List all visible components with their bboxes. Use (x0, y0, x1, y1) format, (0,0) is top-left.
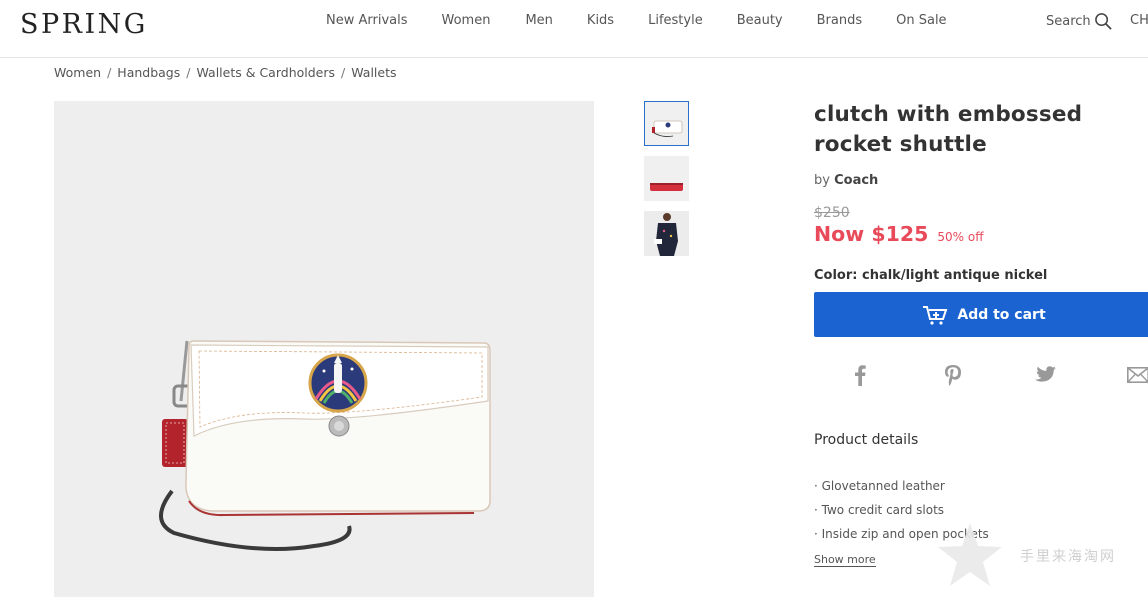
add-to-cart-label: Add to cart (957, 306, 1046, 323)
nav-on-sale[interactable]: On Sale (896, 13, 946, 28)
breadcrumb-women[interactable]: Women (54, 65, 101, 80)
product-details-list: · Glovetanned leather · Two credit card … (814, 474, 1148, 546)
breadcrumb-separator: / (186, 65, 191, 80)
search-icon (1094, 13, 1112, 30)
nav-beauty[interactable]: Beauty (737, 13, 783, 28)
search-label: Search (1046, 14, 1091, 29)
detail-item: · Two credit card slots (814, 503, 945, 517)
product-info-panel: clutch with embossed rocket shuttle by C… (814, 100, 1148, 567)
facebook-icon[interactable] (854, 364, 866, 390)
thumbnail-image (645, 102, 688, 145)
breadcrumb-separator: / (341, 65, 346, 80)
site-logo[interactable]: SPRING (20, 9, 148, 40)
detail-item: · Inside zip and open pockets (814, 527, 989, 541)
show-more-link[interactable]: Show more (814, 553, 876, 567)
brand-link[interactable]: Coach (834, 173, 878, 188)
product-main-image[interactable] (54, 101, 594, 597)
thumbnail-image (644, 211, 689, 256)
thumbnail-image (644, 156, 689, 201)
cart-plus-icon (923, 305, 948, 325)
product-brand-line: by Coach (814, 173, 1148, 188)
nav-women[interactable]: Women (442, 13, 491, 28)
thumbnail-clutch-front[interactable] (644, 101, 689, 146)
detail-item: · Glovetanned leather (814, 479, 945, 493)
pinterest-icon[interactable] (944, 364, 962, 390)
nav-brands[interactable]: Brands (817, 13, 863, 28)
email-icon[interactable] (1127, 367, 1148, 387)
breadcrumb-wallets[interactable]: Wallets (351, 65, 396, 80)
twitter-icon[interactable] (1034, 366, 1056, 388)
thumbnail-clutch-side[interactable] (644, 156, 689, 201)
nav-men[interactable]: Men (525, 13, 552, 28)
search-button[interactable]: Search (1046, 12, 1113, 31)
nav-kids[interactable]: Kids (587, 13, 614, 28)
thumbnail-model[interactable] (644, 211, 689, 256)
breadcrumb: Women / Handbags / Wallets & Cardholders… (54, 65, 397, 80)
original-price: $250 (814, 205, 850, 221)
main-nav: New Arrivals Women Men Kids Lifestyle Be… (326, 13, 981, 28)
language-switch[interactable]: CH (1130, 13, 1148, 28)
clutch-illustration (159, 340, 491, 551)
by-label: by (814, 173, 830, 188)
nav-new-arrivals[interactable]: New Arrivals (326, 13, 408, 28)
breadcrumb-separator: / (107, 65, 112, 80)
nav-lifestyle[interactable]: Lifestyle (648, 13, 703, 28)
site-header: SPRING New Arrivals Women Men Kids Lifes… (0, 0, 1148, 58)
color-label: Color: chalk/light antique nickel (814, 268, 1048, 283)
product-title: clutch with embossed rocket shuttle (814, 102, 1083, 157)
breadcrumb-wallets-cardholders[interactable]: Wallets & Cardholders (196, 65, 335, 80)
discount-badge: 50% off (937, 230, 984, 244)
add-to-cart-button[interactable]: Add to cart (814, 292, 1148, 337)
sale-price: Now $125 (814, 222, 929, 246)
price-row: Now $125 50% off (814, 222, 1148, 246)
breadcrumb-handbags[interactable]: Handbags (117, 65, 180, 80)
product-details-heading: Product details (814, 432, 919, 448)
share-bar (814, 364, 1148, 388)
